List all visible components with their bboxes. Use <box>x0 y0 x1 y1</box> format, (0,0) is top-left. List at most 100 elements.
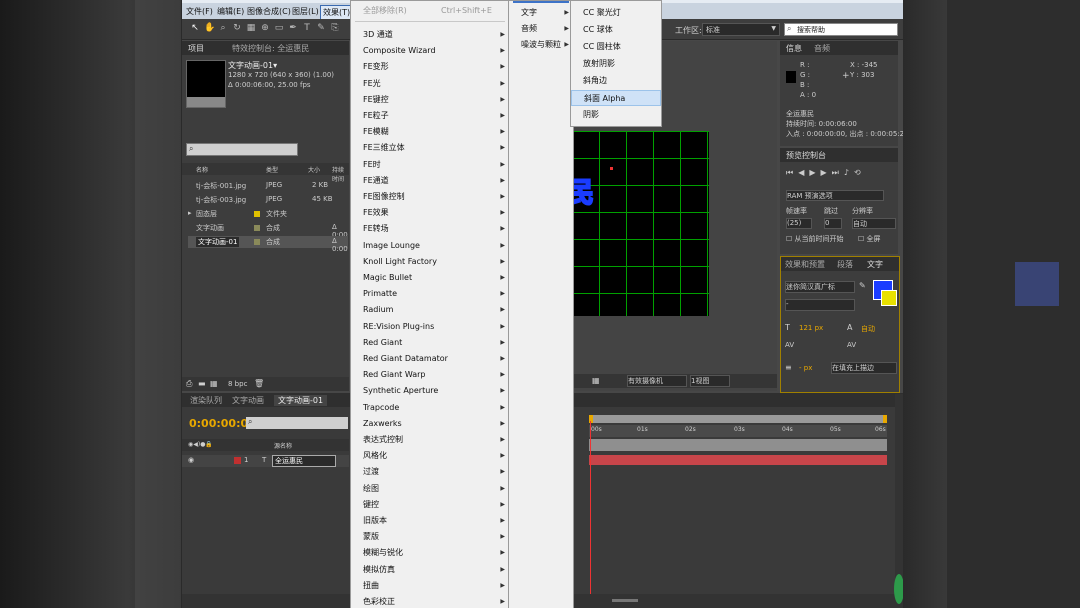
new-comp-icon[interactable]: ▦ <box>210 379 218 388</box>
effects-menu-item[interactable]: FE变形 ▶ <box>351 59 509 75</box>
effects-menu-item[interactable]: Magic Bullet ▶ <box>351 270 509 286</box>
play-icon[interactable]: ▶ <box>809 168 820 177</box>
next-frame-icon[interactable]: ▶ <box>821 168 832 177</box>
effects-menu-item[interactable]: FE图像控制 ▶ <box>351 189 509 205</box>
loop-icon[interactable]: ⟲ <box>854 168 866 177</box>
menu-composition[interactable]: 图像合成(C) <box>247 6 291 17</box>
timeline-search-input[interactable]: ⌕ <box>246 417 348 429</box>
effects-menu-item[interactable]: Primatte ▶ <box>351 286 509 302</box>
clone-tool-icon[interactable]: ⎘ <box>330 23 340 33</box>
resolution-select[interactable]: 自动 <box>852 218 896 229</box>
bpc-toggle[interactable]: 8 bpc <box>228 380 247 388</box>
tab-effects-presets[interactable]: 效果和预置 <box>785 259 825 270</box>
perspective-item[interactable]: CC 圆柱体 <box>571 39 661 55</box>
tab-comp-text-01[interactable]: 文字动画-01 <box>274 395 328 406</box>
stroke-width-value[interactable]: - px <box>799 364 812 372</box>
rotate-tool-icon[interactable]: ↻ <box>232 23 242 33</box>
effects-menu-item[interactable]: 绘图 ▶ <box>351 481 509 497</box>
perspective-item[interactable]: CC 球体 <box>571 22 661 38</box>
interpret-footage-icon[interactable]: ⎙ <box>186 379 192 389</box>
effects-menu-item[interactable]: 蒙版 ▶ <box>351 529 509 545</box>
effects-menu-item[interactable]: Red Giant ▶ <box>351 335 509 351</box>
submenu-item[interactable]: 文字 ▶ <box>509 5 573 21</box>
work-area-bar[interactable] <box>589 415 887 423</box>
effects-menu-item[interactable]: FE效果 ▶ <box>351 205 509 221</box>
effects-menu-item[interactable]: 色彩校正 ▶ <box>351 594 509 608</box>
layer-name[interactable]: 全运惠民 <box>272 455 336 467</box>
tab-effect-controls[interactable]: 特效控制台: 全运惠民 <box>232 43 309 54</box>
effects-menu-item[interactable]: Synthetic Aperture ▶ <box>351 383 509 399</box>
effects-menu-item[interactable]: FE模糊 ▶ <box>351 124 509 140</box>
font-family-select[interactable]: 迷你简汉真广标 <box>785 281 855 293</box>
effects-menu-item[interactable]: Radium ▶ <box>351 302 509 318</box>
submenu-item[interactable]: 音频 ▶ <box>509 21 573 37</box>
eyedropper-icon[interactable]: ✎ <box>859 281 866 290</box>
brush-tool-icon[interactable]: ✎ <box>316 23 326 33</box>
effects-menu-item[interactable]: FE光 ▶ <box>351 76 509 92</box>
audio-icon[interactable]: ♪ <box>844 168 854 177</box>
visibility-eye-icon[interactable]: ◉ <box>188 456 194 464</box>
mask-tool-icon[interactable]: ▭ <box>274 23 284 33</box>
remove-all-effects-item[interactable]: 全部移除(R) Ctrl+Shift+E <box>351 3 509 19</box>
perspective-item[interactable]: 阴影 <box>571 107 661 123</box>
effects-menu-item[interactable]: 过渡 ▶ <box>351 464 509 480</box>
project-search-input[interactable]: ⌕ <box>186 143 298 156</box>
composition-canvas[interactable]: 民 <box>565 131 709 316</box>
menu-effect[interactable]: 效果(T) <box>320 5 354 20</box>
ram-preview-select[interactable]: RAM 预演选项 <box>786 190 884 201</box>
column-type[interactable]: 类型 <box>266 165 278 174</box>
from-current-checkbox[interactable]: ☐ 从当前时间开始 <box>786 234 844 244</box>
effects-menu-item[interactable]: 模拟仿真 ▶ <box>351 562 509 578</box>
effects-menu-item[interactable]: FE粒子 ▶ <box>351 108 509 124</box>
font-style-select[interactable]: - <box>785 299 855 311</box>
workspace-select[interactable]: 标准 ▼ <box>702 23 780 36</box>
column-name[interactable]: 名称 <box>196 165 208 174</box>
pan-behind-tool-icon[interactable]: ⊕ <box>260 23 270 33</box>
tab-project[interactable]: 项目 <box>188 43 204 54</box>
prev-frame-icon[interactable]: ◀ <box>798 168 809 177</box>
effects-menu-item[interactable]: 扭曲 ▶ <box>351 578 509 594</box>
layer-duration-bar[interactable] <box>589 455 887 465</box>
effects-menu-item[interactable]: Trapcode ▶ <box>351 400 509 416</box>
pen-tool-icon[interactable]: ✒ <box>288 23 298 33</box>
effects-menu-item[interactable]: Red Giant Datamator ▶ <box>351 351 509 367</box>
effects-menu-item[interactable]: FE三维立体 ▶ <box>351 140 509 156</box>
fullscreen-checkbox[interactable]: ☐ 全屏 <box>858 234 881 244</box>
active-camera-select[interactable]: 有效摄像机 <box>627 375 687 387</box>
current-time-indicator[interactable] <box>590 421 591 608</box>
project-row[interactable]: tj-会标-003.jpg JPEG 45 KB <box>188 194 348 206</box>
tab-render-queue[interactable]: 渲染队列 <box>190 395 222 406</box>
effects-menu-item[interactable]: Red Giant Warp ▶ <box>351 367 509 383</box>
zoom-tool-icon[interactable]: ⌕ <box>218 23 228 33</box>
menu-layer[interactable]: 图层(L) <box>292 6 319 17</box>
search-help-field[interactable]: ⌕ 搜索帮助 <box>784 23 898 36</box>
new-folder-icon[interactable]: ▬ <box>198 379 206 388</box>
frame-rate-select[interactable]: (25) <box>786 218 812 229</box>
submenu-item[interactable]: 噪波与颗粒 ▶ <box>509 37 573 53</box>
stroke-mode-select[interactable]: 在填充上描边 <box>831 362 897 374</box>
effects-menu-item[interactable]: 3D 通道 ▶ <box>351 27 509 43</box>
timeline-layer-row[interactable]: ◉ 1 T 全运惠民 <box>182 455 349 467</box>
stroke-color-swatch[interactable] <box>881 290 897 306</box>
views-select[interactable]: 1视图 <box>690 375 730 387</box>
folder-expand-icon[interactable]: ▸ <box>188 209 192 217</box>
tab-audio[interactable]: 音频 <box>814 43 830 54</box>
effects-menu-item[interactable]: Composite Wizard ▶ <box>351 43 509 59</box>
trash-icon[interactable]: 🗑 <box>254 379 264 388</box>
tab-comp-text[interactable]: 文字动画 <box>232 395 264 406</box>
leading-value[interactable]: 自动 <box>861 324 875 334</box>
skip-select[interactable]: 0 <box>824 218 842 229</box>
last-frame-icon[interactable]: ⏭ <box>832 168 844 177</box>
effects-menu-item[interactable]: FE时 ▶ <box>351 157 509 173</box>
transparency-grid-icon[interactable]: ▦ <box>592 376 600 385</box>
playback-controls[interactable]: ⏮◀▶▶⏭♪⟲ <box>786 168 896 180</box>
perspective-item[interactable]: 斜面 Alpha <box>571 90 661 106</box>
menu-edit[interactable]: 编辑(E) <box>217 6 244 17</box>
tab-paragraph[interactable]: 段落 <box>837 259 853 270</box>
effects-menu-item[interactable]: Zaxwerks ▶ <box>351 416 509 432</box>
effects-menu-item[interactable]: RE:Vision Plug-ins ▶ <box>351 319 509 335</box>
tab-character[interactable]: 文字 <box>867 259 883 270</box>
project-row[interactable]: tj-会标-001.jpg JPEG 2 KB <box>188 180 348 192</box>
effects-menu-item[interactable]: Knoll Light Factory ▶ <box>351 254 509 270</box>
tab-info[interactable]: 信息 <box>786 43 802 54</box>
